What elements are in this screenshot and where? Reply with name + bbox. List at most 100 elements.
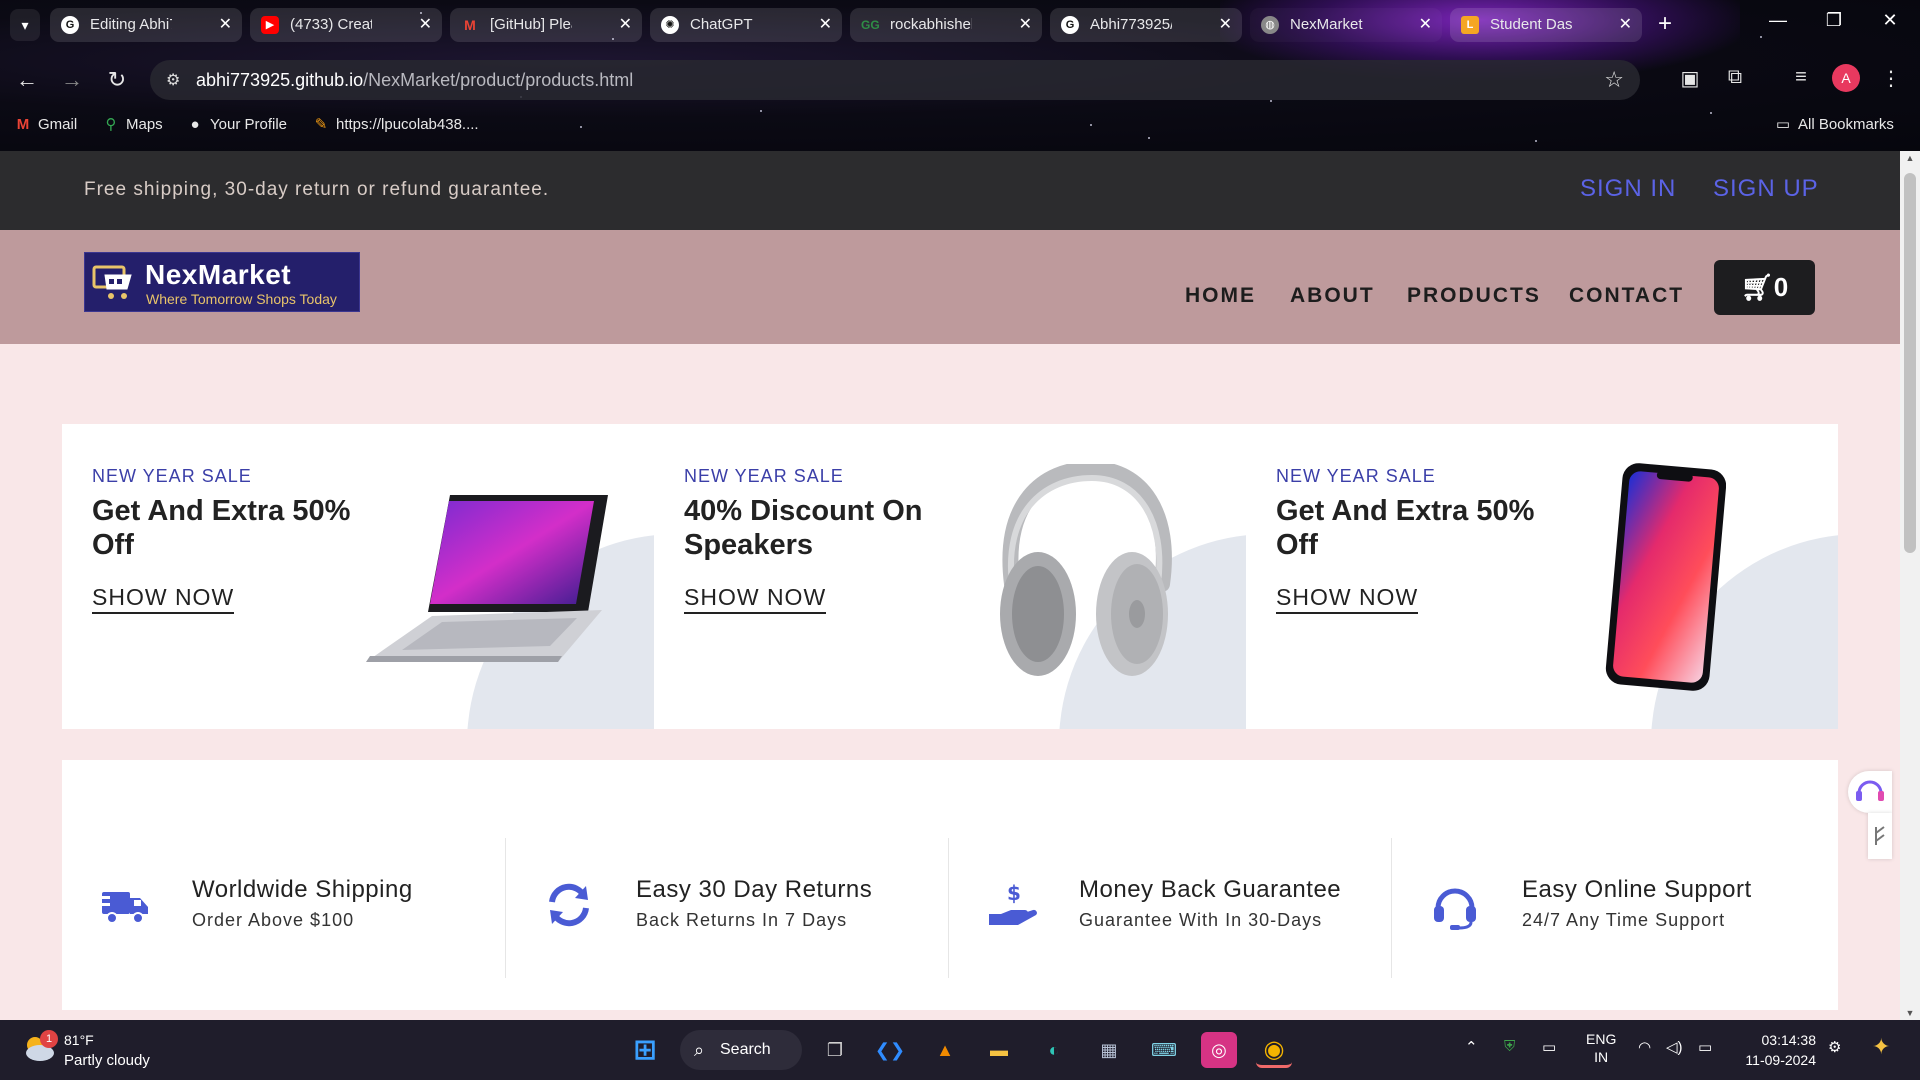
windows-start-icon[interactable]: ⊞ xyxy=(627,1032,663,1068)
tab-label: NexMarket xyxy=(1290,16,1363,33)
instagram-icon[interactable]: ◎ xyxy=(1201,1032,1237,1068)
feature-item: Worldwide Shipping Order Above $100 xyxy=(62,838,505,978)
tab-search-button[interactable]: ▾ xyxy=(10,9,40,41)
tab-geeksforgeeks[interactable]: GG rockabhishek0ok ✕ xyxy=(850,8,1042,42)
close-icon[interactable]: ✕ xyxy=(419,8,432,42)
github-icon: G xyxy=(61,16,79,34)
minimize-icon[interactable]: — xyxy=(1758,10,1798,31)
profile-avatar[interactable]: A xyxy=(1832,64,1860,92)
headphones-image xyxy=(1000,464,1172,676)
battery-icon[interactable]: ▭ xyxy=(1698,1038,1712,1056)
site-logo[interactable]: NexMarket Where Tomorrow Shops Today xyxy=(84,252,360,312)
sign-up-link[interactable]: SIGN UP xyxy=(1713,175,1819,203)
close-icon[interactable]: ✕ xyxy=(1619,8,1632,42)
language-code: ENG xyxy=(1586,1031,1617,1047)
cart-count: 0 xyxy=(1773,272,1789,302)
tab-label: [GitHub] Please v xyxy=(490,16,572,33)
volume-icon[interactable]: ◁) xyxy=(1666,1038,1683,1056)
touch-keyboard-icon[interactable]: ⌨ xyxy=(1146,1032,1182,1068)
tab-gmail[interactable]: M [GitHub] Please v ✕ xyxy=(450,8,642,42)
tray-overflow-icon[interactable]: ⌃ xyxy=(1465,1038,1478,1056)
forward-icon[interactable]: → xyxy=(55,64,89,96)
windows-taskbar: 1 81°F Partly cloudy ⊞ ⌕ Search ❐ ❮❯ ▲ ▬… xyxy=(0,1020,1920,1080)
tab-github-repo[interactable]: G Abhi773925/Nex ✕ xyxy=(1050,8,1242,42)
globe-icon: ◍ xyxy=(1261,16,1279,34)
close-icon[interactable]: ✕ xyxy=(219,8,232,42)
bookmark-gmail[interactable]: M Gmail xyxy=(14,112,77,138)
banner-title: 40% Discount On Speakers xyxy=(684,495,923,561)
window-close-icon[interactable]: ✕ xyxy=(1870,10,1910,31)
tab-student-dashboard[interactable]: L Student Dashbo ✕ xyxy=(1450,8,1642,42)
all-bookmarks[interactable]: ▭ All Bookmarks xyxy=(1774,112,1894,138)
display-icon[interactable]: ▭ xyxy=(1542,1038,1556,1056)
task-view-icon[interactable]: ❐ xyxy=(817,1032,853,1068)
banner-title: Get And Extra 50% Off xyxy=(92,495,351,561)
language-indicator[interactable]: ENG IN xyxy=(1586,1030,1616,1066)
back-icon[interactable]: ← xyxy=(10,64,44,96)
taskbar-search[interactable]: ⌕ Search xyxy=(680,1030,802,1070)
notification-icon[interactable]: ⚙ xyxy=(1828,1038,1841,1056)
nav-about[interactable]: ABOUT xyxy=(1290,284,1375,308)
scroll-up-icon[interactable]: ▲ xyxy=(1900,153,1920,163)
show-now-link[interactable]: SHOW NOW xyxy=(684,584,827,614)
cart-button[interactable]: 🛒︎0 xyxy=(1714,260,1815,315)
restore-icon[interactable]: ❐ xyxy=(1814,10,1854,31)
clock-date: 11-09-2024 xyxy=(1745,1052,1816,1068)
menu-dots-icon[interactable]: ⋮ xyxy=(1876,66,1906,91)
show-now-link[interactable]: SHOW NOW xyxy=(1276,584,1419,614)
wifi-icon[interactable]: ◠ xyxy=(1638,1038,1651,1056)
feature-subtitle: Order Above $100 xyxy=(192,910,355,930)
reading-list-icon[interactable]: ≡ xyxy=(1786,66,1816,89)
region-code: IN xyxy=(1594,1049,1609,1065)
side-tool-button[interactable] xyxy=(1868,813,1892,859)
tab-youtube[interactable]: ▶ (4733) Create a F ✕ xyxy=(250,8,442,42)
feature-title: Easy 30 Day Returns xyxy=(636,876,873,903)
close-icon[interactable]: ✕ xyxy=(1419,8,1432,42)
close-icon[interactable]: ✕ xyxy=(1219,8,1232,42)
nav-contact[interactable]: CONTACT xyxy=(1569,284,1684,308)
nav-products[interactable]: PRODUCTS xyxy=(1407,284,1541,308)
chrome-icon[interactable]: ◉ xyxy=(1256,1032,1292,1068)
taskbar-clock[interactable]: 03:14:38 11-09-2024 xyxy=(1736,1030,1816,1070)
features-strip: Worldwide Shipping Order Above $100 Easy… xyxy=(62,760,1838,1010)
omnibox[interactable]: ⚙ abhi773925.github.io/NexMarket/product… xyxy=(150,60,1640,100)
banner-card: NEW YEAR SALE Get And Extra 50% Off SHOW… xyxy=(1246,424,1838,729)
file-explorer-icon[interactable]: ▬ xyxy=(981,1032,1017,1068)
banner-card: NEW YEAR SALE Get And Extra 50% Off SHOW… xyxy=(62,424,654,729)
bookmark-maps[interactable]: ⚲ Maps xyxy=(102,112,163,138)
bookmark-profile[interactable]: ● Your Profile xyxy=(186,112,287,138)
new-tab-button[interactable]: + xyxy=(1650,10,1680,40)
banner-kicker: NEW YEAR SALE xyxy=(1276,466,1436,486)
support-widget-button[interactable] xyxy=(1848,771,1892,813)
edge-icon[interactable]: ◐ xyxy=(1036,1032,1072,1068)
close-icon[interactable]: ✕ xyxy=(1019,8,1032,42)
page-scrollbar[interactable]: ▲ ▼ xyxy=(1900,151,1920,1020)
extensions-puzzle-icon[interactable]: ⧉ xyxy=(1720,66,1750,89)
defender-icon[interactable]: ⛨ xyxy=(1504,1038,1515,1055)
github-icon: G xyxy=(1061,16,1079,34)
tab-label: Editing Abhi773925 xyxy=(90,16,172,33)
tab-editing-readme[interactable]: G Editing Abhi773925 ✕ xyxy=(50,8,242,42)
vscode-icon[interactable]: ❮❯ xyxy=(872,1032,908,1068)
bookmark-star-icon[interactable]: ☆ xyxy=(1604,67,1624,93)
close-icon[interactable]: ✕ xyxy=(619,8,632,42)
reload-icon[interactable]: ↻ xyxy=(100,64,134,96)
extension-icon[interactable]: ▣ xyxy=(1675,66,1705,91)
sign-in-link[interactable]: SIGN IN xyxy=(1580,175,1676,203)
url-text[interactable]: abhi773925.github.io/NexMarket/product/p… xyxy=(196,70,633,91)
feature-title: Money Back Guarantee xyxy=(1079,876,1342,903)
nav-home[interactable]: HOME xyxy=(1185,284,1256,308)
weather-condition: Partly cloudy xyxy=(64,1052,150,1069)
show-now-link[interactable]: SHOW NOW xyxy=(92,584,235,614)
vlc-icon[interactable]: ▲ xyxy=(927,1032,963,1068)
copilot-icon[interactable]: ✦ xyxy=(1872,1034,1890,1060)
site-info-icon[interactable]: ⚙ xyxy=(166,70,180,90)
calculator-icon[interactable]: ▦ xyxy=(1091,1032,1127,1068)
close-icon[interactable]: ✕ xyxy=(819,8,832,42)
promo-text: Free shipping, 30-day return or refund g… xyxy=(84,179,550,200)
scrollbar-thumb[interactable] xyxy=(1904,173,1916,553)
tab-nexmarket[interactable]: ◍ NexMarket ✕ xyxy=(1250,8,1442,42)
tab-chatgpt[interactable]: ✺ ChatGPT ✕ xyxy=(650,8,842,42)
bookmark-lpucolab[interactable]: ✎ https://lpucolab438.... xyxy=(312,112,479,138)
scroll-down-icon[interactable]: ▼ xyxy=(1900,1008,1920,1018)
